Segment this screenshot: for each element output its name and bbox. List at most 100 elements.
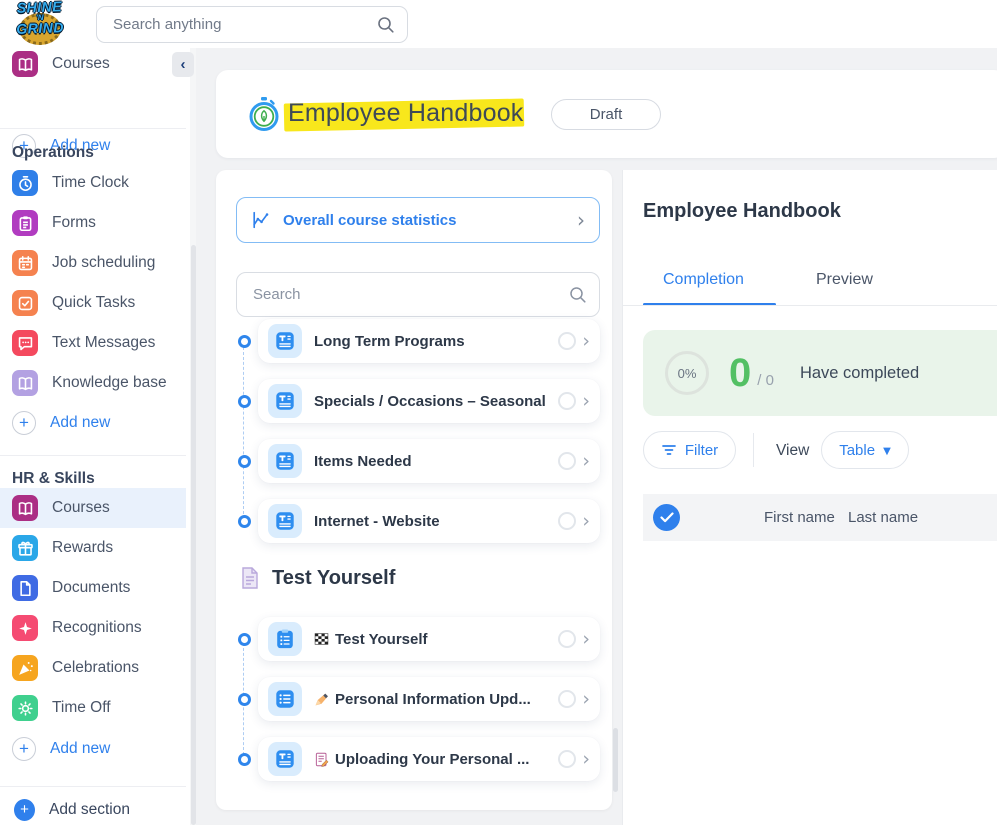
divider: [0, 128, 186, 129]
progress-circle-icon: [558, 392, 576, 410]
course-item-title: Uploading Your Personal ...: [335, 751, 554, 768]
course-item-title: Long Term Programs: [314, 333, 554, 350]
overall-course-statistics-button[interactable]: Overall course statistics ›: [236, 197, 600, 243]
section-header: Test Yourself: [240, 566, 395, 590]
course-search-input[interactable]: [237, 286, 569, 303]
progress-circle-icon: [558, 750, 576, 768]
course-item-title: Specials / Occasions – Seasonal: [314, 393, 554, 410]
course-item-personal-information-upd[interactable]: Personal Information Upd... ›: [258, 677, 600, 721]
add-section-button[interactable]: + Add section: [14, 790, 130, 825]
chevron-down-icon: ▼: [883, 446, 891, 457]
sidebar-item-job-scheduling[interactable]: Job scheduling: [0, 243, 186, 283]
emoji-icon: [314, 692, 329, 707]
sidebar-item-rewards[interactable]: Rewards: [0, 528, 186, 568]
course-item-long-term-programs[interactable]: Long Term Programs ›: [258, 319, 600, 363]
timeline-dot-icon: [238, 395, 251, 408]
sidebar-item-label: Celebrations: [52, 659, 139, 677]
sidebar-item-label: Text Messages: [52, 334, 155, 352]
section-title: Test Yourself: [272, 567, 395, 590]
course-item-uploading-your-personal[interactable]: Uploading Your Personal ... ›: [258, 737, 600, 781]
global-search-input[interactable]: [97, 16, 377, 33]
chevron-right-icon: ›: [582, 750, 590, 769]
sidebar-item-text-messages[interactable]: Text Messages: [0, 323, 186, 363]
status-badge[interactable]: Draft: [551, 99, 661, 130]
sidebar-item-icon: [12, 655, 38, 681]
progress-circle-icon: [558, 512, 576, 530]
course-item-icon: [268, 324, 302, 358]
select-all-checkbox[interactable]: [653, 504, 680, 531]
sidebar-item-icon: [12, 535, 38, 561]
course-item-icon: [268, 504, 302, 538]
add-new-operations-button[interactable]: + Add new: [12, 403, 110, 443]
timeline-dot-icon: [238, 335, 251, 348]
sidebar-item-recognitions[interactable]: Recognitions: [0, 608, 186, 648]
sidebar-item-courses-top[interactable]: Courses: [0, 48, 186, 84]
course-item-items-needed[interactable]: Items Needed ›: [258, 439, 600, 483]
sidebar-item-documents[interactable]: Documents: [0, 568, 186, 608]
course-item-icon: [268, 444, 302, 478]
plus-icon: +: [12, 737, 36, 761]
divider: [623, 305, 997, 306]
completion-summary: 0% 0 / 0 Have completed: [643, 330, 997, 416]
sidebar-item-icon: [12, 575, 38, 601]
logo-line3: GRIND: [6, 21, 74, 36]
stopwatch-leaf-icon: [246, 96, 282, 132]
course-panel-scrollbar-thumb[interactable]: [613, 728, 618, 792]
completed-count: 0: [729, 353, 751, 393]
completion-percent-ring: 0%: [665, 351, 709, 395]
column-header-last-name[interactable]: Last name: [848, 509, 918, 526]
course-items-section: Test Yourself › Personal Information Upd…: [258, 617, 600, 797]
app-logo[interactable]: SHINE 'N GRIND: [5, 0, 75, 48]
sidebar-item-icon: [12, 495, 38, 521]
table-header-row: First name Last name: [643, 494, 997, 541]
add-new-hr-button[interactable]: + Add new: [12, 729, 110, 769]
sidebar-item-celebrations[interactable]: Celebrations: [0, 648, 186, 688]
sidebar-item-label: Courses: [52, 499, 110, 517]
course-search: [236, 272, 600, 317]
sidebar-item-label: Time Clock: [52, 174, 129, 192]
sidebar-item-icon: [12, 210, 38, 236]
column-header-first-name[interactable]: First name: [764, 509, 835, 526]
hr-skills-items: Courses Rewards Documents Recognitions C…: [0, 488, 186, 728]
detail-panel-title: Employee Handbook: [643, 200, 841, 223]
progress-circle-icon: [558, 630, 576, 648]
view-mode-dropdown[interactable]: Table ▼: [821, 431, 909, 469]
tab-preview[interactable]: Preview: [816, 271, 873, 289]
course-header-card: Employee Handbook Draft: [216, 70, 997, 158]
filter-button[interactable]: Filter: [643, 431, 736, 469]
global-search: [96, 6, 408, 43]
course-item-internet-website[interactable]: Internet - Website ›: [258, 499, 600, 543]
emoji-icon: [314, 752, 329, 767]
operations-items: Time Clock Forms Job scheduling Quick Ta…: [0, 163, 186, 403]
course-item-specials-occasions-seasonal[interactable]: Specials / Occasions – Seasonal ›: [258, 379, 600, 423]
course-structure-panel: Overall course statistics › Long Term Pr…: [216, 170, 612, 810]
sidebar-item-time-clock[interactable]: Time Clock: [0, 163, 186, 203]
sidebar-item-icon: [12, 615, 38, 641]
course-item-icon: [268, 384, 302, 418]
sidebar-scrollbar-thumb[interactable]: [191, 245, 196, 825]
filter-label: Filter: [685, 442, 718, 459]
sidebar-item-forms[interactable]: Forms: [0, 203, 186, 243]
sidebar-item-icon: [12, 695, 38, 721]
add-new-label: Add new: [50, 740, 110, 758]
chevron-right-icon: ›: [582, 452, 590, 471]
sidebar-item-icon: [12, 290, 38, 316]
sidebar-item-label: Knowledge base: [52, 374, 167, 392]
course-item-title: Internet - Website: [314, 513, 554, 530]
stats-button-label: Overall course statistics: [283, 212, 567, 229]
view-mode-value: Table: [839, 442, 875, 459]
sidebar-item-courses[interactable]: Courses: [0, 488, 186, 528]
sidebar-item-quick-tasks[interactable]: Quick Tasks: [0, 283, 186, 323]
section-title-operations: Operations: [12, 144, 94, 162]
sidebar-collapse-button[interactable]: ‹: [172, 52, 194, 77]
course-item-test-yourself[interactable]: Test Yourself ›: [258, 617, 600, 661]
chevron-right-icon: ›: [582, 630, 590, 649]
timeline-dot-icon: [238, 515, 251, 528]
emoji-icon: [314, 632, 329, 647]
tab-completion[interactable]: Completion: [663, 271, 744, 289]
course-item-title: Items Needed: [314, 453, 554, 470]
chevron-right-icon: ›: [577, 210, 585, 230]
sidebar-item-time-off[interactable]: Time Off: [0, 688, 186, 728]
sidebar-item-knowledge-base[interactable]: Knowledge base: [0, 363, 186, 403]
course-item-icon: [268, 742, 302, 776]
